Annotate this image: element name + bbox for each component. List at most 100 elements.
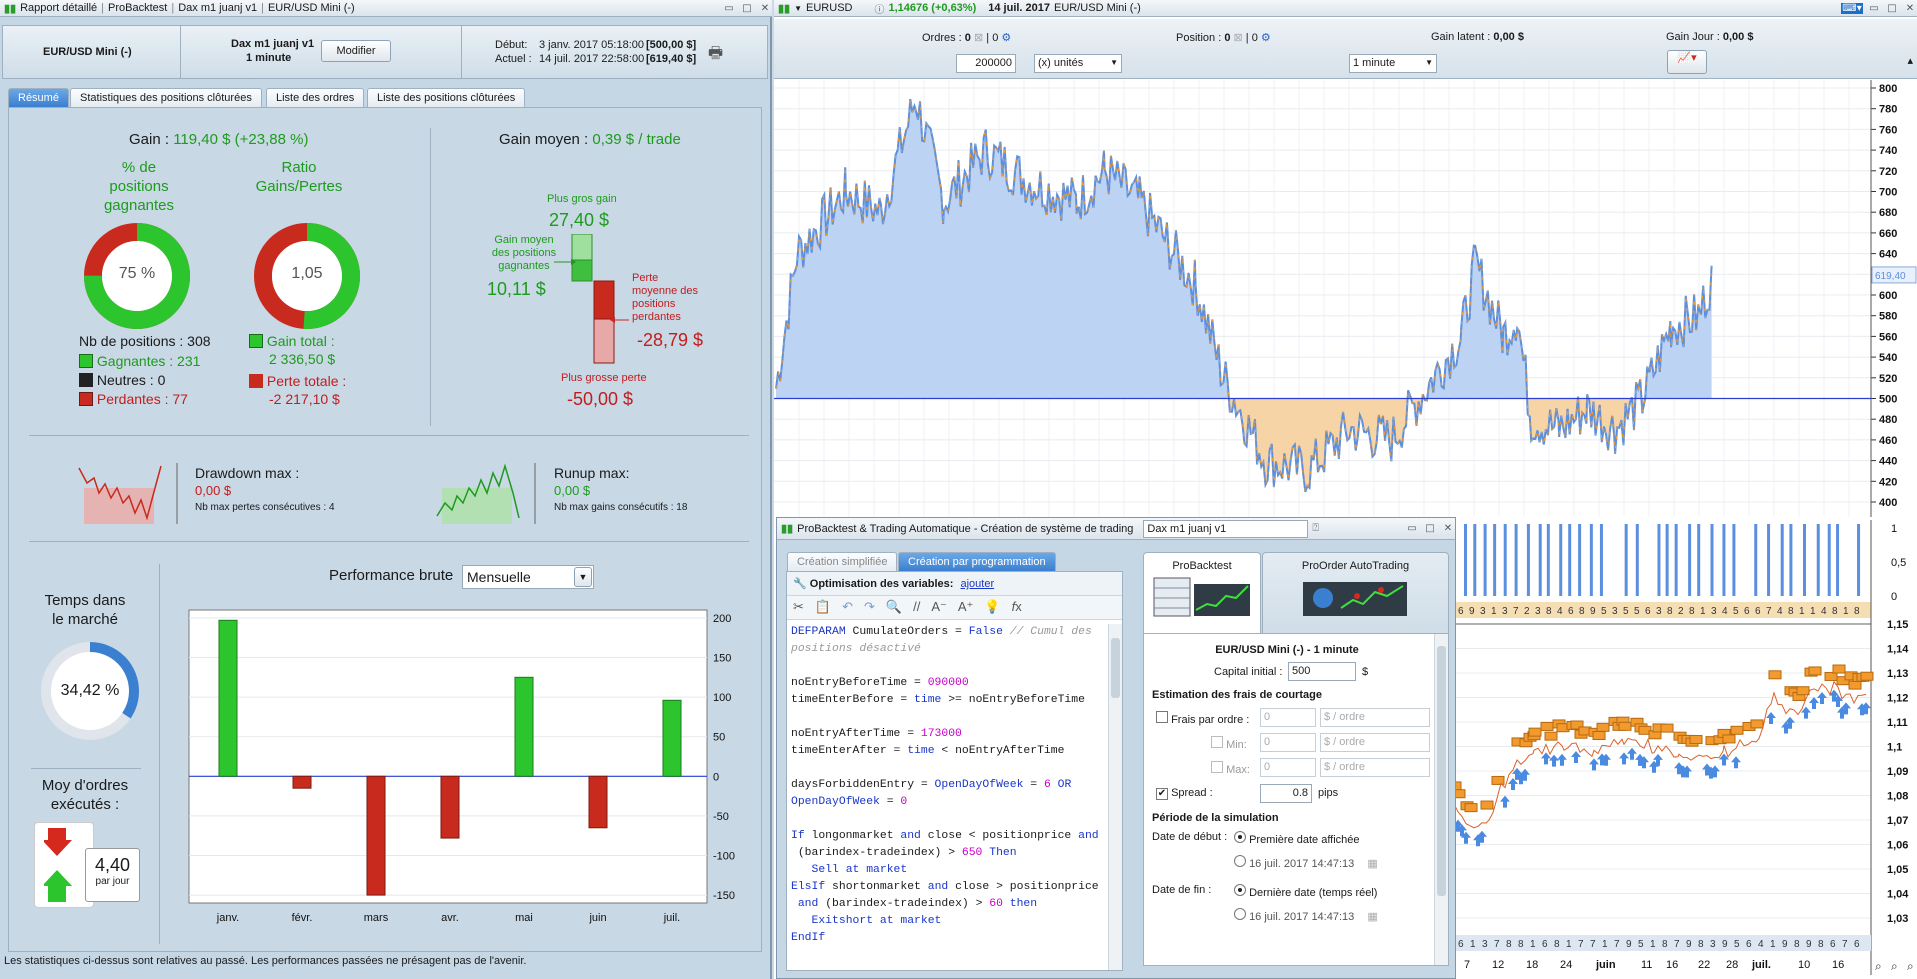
spread-input[interactable]: 0.8 bbox=[1260, 784, 1312, 803]
chevron-down-icon[interactable]: ▼ bbox=[1425, 58, 1433, 67]
fee-max-unit[interactable]: $ / ordre bbox=[1320, 758, 1430, 777]
chart-more-icon[interactable]: ▴ bbox=[1907, 54, 1913, 67]
sell-signal-marker bbox=[1832, 664, 1846, 674]
gain-total-label: Gain total : bbox=[266, 333, 335, 349]
fee-min-unit[interactable]: $ / ordre bbox=[1320, 733, 1430, 752]
tab-programming[interactable]: Création par programmation bbox=[898, 552, 1056, 571]
fee-order-input[interactable]: 0 bbox=[1260, 708, 1316, 727]
orders-settings-icon[interactable]: ⚙ bbox=[1001, 32, 1011, 44]
search-icon[interactable]: 🔍 bbox=[886, 599, 902, 616]
start-opt2[interactable]: 16 juil. 2017 14:47:13 ▦ bbox=[1234, 855, 1378, 870]
close-icon[interactable]: ✕ bbox=[758, 3, 772, 14]
capital-input[interactable]: 500 bbox=[1288, 662, 1356, 681]
editor-system-name[interactable]: Dax m1 juanj v1 bbox=[1143, 519, 1309, 538]
lightbulb-icon[interactable]: 💡 bbox=[984, 599, 1000, 616]
trade-count-mark: 4 bbox=[1821, 606, 1827, 617]
print-icon[interactable]: 🖶 bbox=[708, 42, 723, 69]
minimize-icon[interactable]: ▭ bbox=[722, 3, 736, 14]
order-time-mark: 9 bbox=[1722, 939, 1728, 950]
sell-signal-marker bbox=[1592, 730, 1606, 740]
position-settings-icon[interactable]: ⚙ bbox=[1261, 32, 1271, 44]
equity-axis-label: 600 bbox=[1879, 290, 1897, 302]
tab-proorder[interactable]: ProOrder AutoTrading bbox=[1262, 552, 1449, 634]
tab-closed-list[interactable]: Liste des positions clôturées bbox=[367, 88, 526, 107]
trade-count-mark: 5 bbox=[1601, 606, 1607, 617]
equity-axis-label: 460 bbox=[1879, 435, 1897, 447]
perf-period-select[interactable]: Mensuelle ▼ bbox=[462, 565, 594, 589]
pct-winning-label: % de positions gagnantes bbox=[103, 159, 175, 214]
fee-max-checkbox[interactable] bbox=[1211, 761, 1223, 773]
start-value: [500,00 $] bbox=[646, 39, 697, 51]
redo-icon[interactable]: ↷ bbox=[864, 599, 875, 616]
drawdown-sparkline bbox=[78, 463, 178, 524]
chart-instrument: EUR/USD Mini (-) bbox=[1054, 2, 1141, 14]
trade-count-mark: 9 bbox=[1590, 606, 1596, 617]
minimize-icon[interactable]: ▭ bbox=[1405, 523, 1419, 534]
trade-count-mark: 1 bbox=[1799, 606, 1805, 617]
function-icon[interactable]: fx bbox=[1012, 599, 1022, 616]
font-decrease-icon[interactable]: A⁻ bbox=[931, 599, 947, 616]
trade-count-mark: 8 bbox=[1667, 606, 1673, 617]
order-time-mark: 8 bbox=[1794, 939, 1800, 950]
info-icon[interactable]: ⓘ bbox=[874, 1, 884, 16]
fee-order-checkbox[interactable] bbox=[1156, 711, 1168, 723]
start-opt1[interactable]: Première date affichée bbox=[1234, 831, 1360, 846]
gain-total-value: 2 336,50 $ bbox=[269, 351, 336, 367]
report-window: ▮▮ Rapport détaillé | ProBacktest | Dax m1… bbox=[0, 0, 772, 979]
volume-axis-label: 1 bbox=[1891, 523, 1897, 535]
close-icon[interactable]: ✕ bbox=[1903, 3, 1917, 14]
code-editor[interactable]: DEFPARAM CumulateOrders = False // Cumul… bbox=[791, 624, 1106, 970]
cut-icon[interactable]: ✂ bbox=[793, 599, 804, 616]
y-tick-label: 150 bbox=[713, 653, 731, 665]
comment-icon[interactable]: // bbox=[913, 599, 920, 616]
equity-axis-label: 660 bbox=[1879, 228, 1897, 240]
fee-min-input[interactable]: 0 bbox=[1260, 733, 1316, 752]
maximize-icon[interactable]: □ bbox=[1423, 523, 1437, 534]
sell-signal-marker bbox=[1596, 722, 1610, 732]
close-icon[interactable]: ✕ bbox=[1441, 523, 1455, 534]
capital-unit: $ bbox=[1362, 666, 1369, 678]
chevron-down-icon[interactable]: ▼ bbox=[574, 567, 592, 587]
tab-orders[interactable]: Liste des ordres bbox=[266, 88, 365, 107]
indicator-button[interactable]: 📈▾ bbox=[1667, 50, 1707, 74]
fee-order-unit[interactable]: $ / ordre bbox=[1320, 708, 1430, 727]
calendar-icon[interactable]: ▦ bbox=[1367, 911, 1377, 923]
maximize-icon[interactable]: □ bbox=[740, 3, 754, 14]
spread-checkbox[interactable]: ✔ bbox=[1156, 788, 1168, 800]
fee-max-input[interactable]: 0 bbox=[1260, 758, 1316, 777]
font-increase-icon[interactable]: A⁺ bbox=[958, 599, 974, 616]
chevron-down-icon[interactable]: ▼ bbox=[794, 4, 802, 13]
equity-axis-label: 700 bbox=[1879, 187, 1897, 199]
code-scrollbar[interactable] bbox=[1108, 624, 1122, 970]
modify-button[interactable]: Modifier bbox=[321, 40, 391, 62]
end-date: 14 juil. 2017 22:58:00 bbox=[539, 53, 645, 65]
date-axis-label: 10 bbox=[1798, 959, 1810, 971]
autotrading-icon bbox=[1302, 582, 1407, 616]
report-header: EUR/USD Mini (-) Dax m1 juanj v1 1 minut… bbox=[2, 25, 768, 79]
paste-icon[interactable]: 📋 bbox=[815, 599, 831, 616]
unit-select[interactable]: (x) unités ▼ bbox=[1034, 54, 1122, 73]
maximize-icon[interactable]: □ bbox=[1885, 3, 1899, 14]
calendar-icon[interactable]: ▦ bbox=[1367, 858, 1377, 870]
drawdown-value: 0,00 $ bbox=[195, 483, 232, 498]
equity-axis-label: 740 bbox=[1879, 145, 1897, 157]
zoom-cursor-icon[interactable]: ⌕ bbox=[1875, 959, 1882, 973]
help-icon[interactable]: ⍰ bbox=[1312, 522, 1319, 535]
optim-add-link[interactable]: ajouter bbox=[960, 578, 994, 590]
minimize-icon[interactable]: ▭ bbox=[1867, 3, 1881, 14]
tab-summary[interactable]: Résumé bbox=[8, 88, 69, 107]
timeframe-select[interactable]: 1 minute ▼ bbox=[1349, 54, 1437, 73]
fee-min-checkbox[interactable] bbox=[1211, 736, 1223, 748]
end-opt1[interactable]: Dernière date (temps réel) bbox=[1234, 884, 1377, 899]
settings-scrollbar[interactable] bbox=[1434, 634, 1448, 965]
chevron-down-icon[interactable]: ▼ bbox=[1110, 58, 1118, 67]
end-opt2[interactable]: 16 juil. 2017 14:47:13 ▦ bbox=[1234, 908, 1378, 923]
zoom-out-icon[interactable]: ⌕ bbox=[1891, 959, 1898, 973]
undo-icon[interactable]: ↶ bbox=[842, 599, 853, 616]
keyboard-icon[interactable]: ⌨▾ bbox=[1841, 2, 1863, 14]
tab-simple-creation[interactable]: Création simplifiée bbox=[787, 552, 898, 571]
tab-probacktest[interactable]: ProBacktest bbox=[1143, 552, 1261, 634]
quantity-input[interactable]: 200000 bbox=[956, 54, 1016, 73]
zoom-in-icon[interactable]: ⌕ bbox=[1907, 959, 1914, 973]
tab-closed-stats[interactable]: Statistiques des positions clôturées bbox=[70, 88, 262, 107]
